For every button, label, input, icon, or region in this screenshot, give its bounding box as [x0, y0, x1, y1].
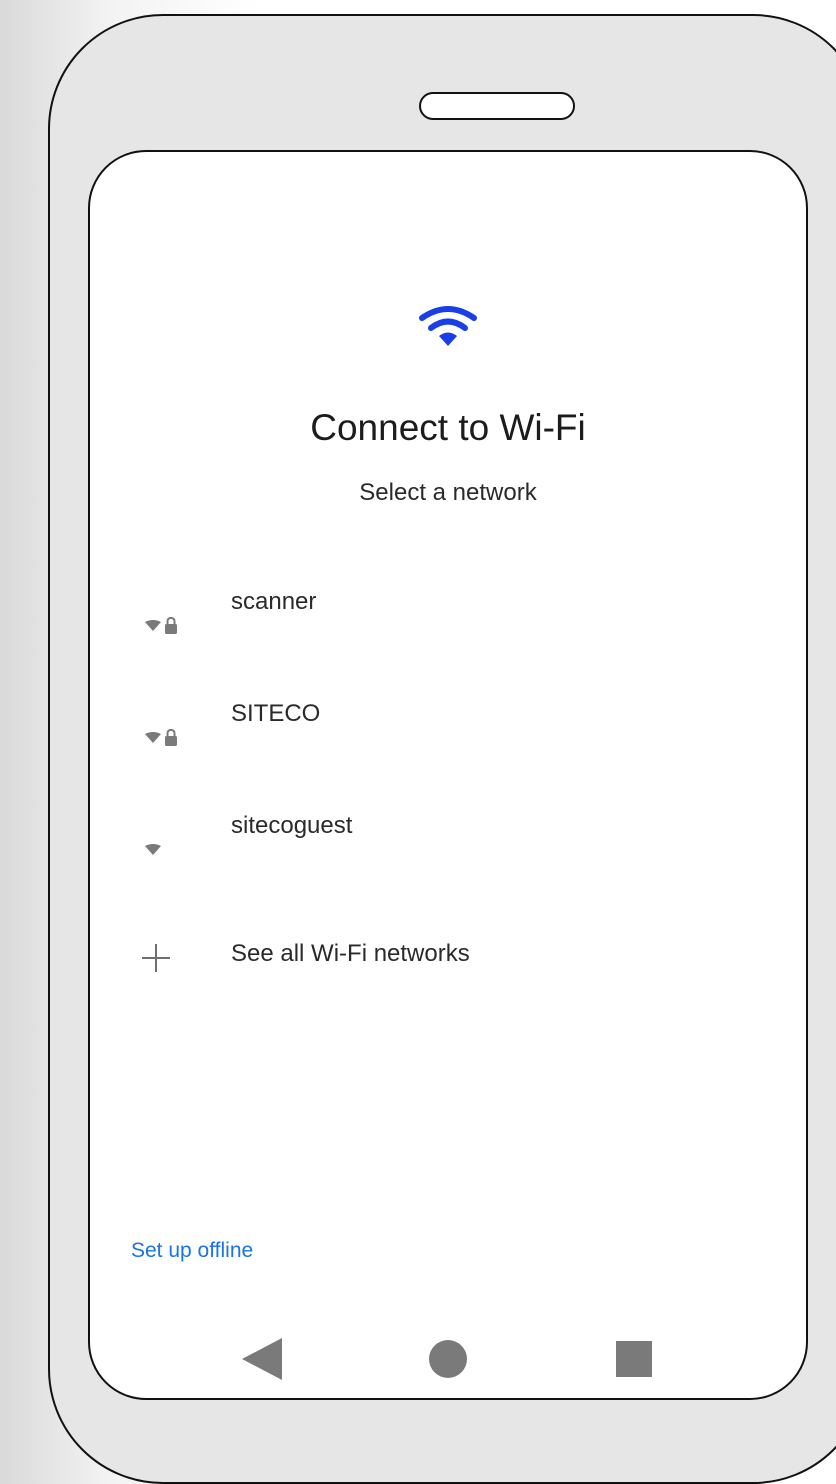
phone-speaker	[419, 92, 575, 120]
network-item-scanner[interactable]: scanner	[90, 564, 806, 676]
network-list: scanner SITECO sitecoguest	[90, 564, 806, 900]
phone-screen: Connect to Wi-Fi Select a network scanne…	[88, 150, 808, 1400]
network-item-siteco[interactable]: SITECO	[90, 676, 806, 788]
back-triangle-icon[interactable]	[242, 1338, 282, 1380]
wifi-icon	[419, 306, 477, 346]
wifi-lock-icon	[145, 616, 177, 634]
navigation-bar	[90, 1324, 806, 1394]
network-name: SITECO	[231, 700, 321, 727]
wifi-icon	[145, 844, 161, 855]
network-name: sitecoguest	[231, 812, 353, 839]
page-title: Connect to Wi-Fi	[310, 407, 586, 448]
network-name: scanner	[231, 588, 317, 615]
see-all-networks-label: See all Wi-Fi networks	[231, 940, 470, 967]
home-circle-icon[interactable]	[429, 1340, 467, 1378]
plus-icon	[142, 944, 170, 972]
see-all-networks-button[interactable]: See all Wi-Fi networks	[90, 924, 806, 984]
recents-square-icon[interactable]	[616, 1341, 652, 1377]
wifi-lock-icon	[145, 728, 177, 746]
page-subtitle: Select a network	[359, 479, 537, 506]
set-up-offline-link[interactable]: Set up offline	[131, 1237, 253, 1265]
network-item-sitecoguest[interactable]: sitecoguest	[90, 788, 806, 900]
